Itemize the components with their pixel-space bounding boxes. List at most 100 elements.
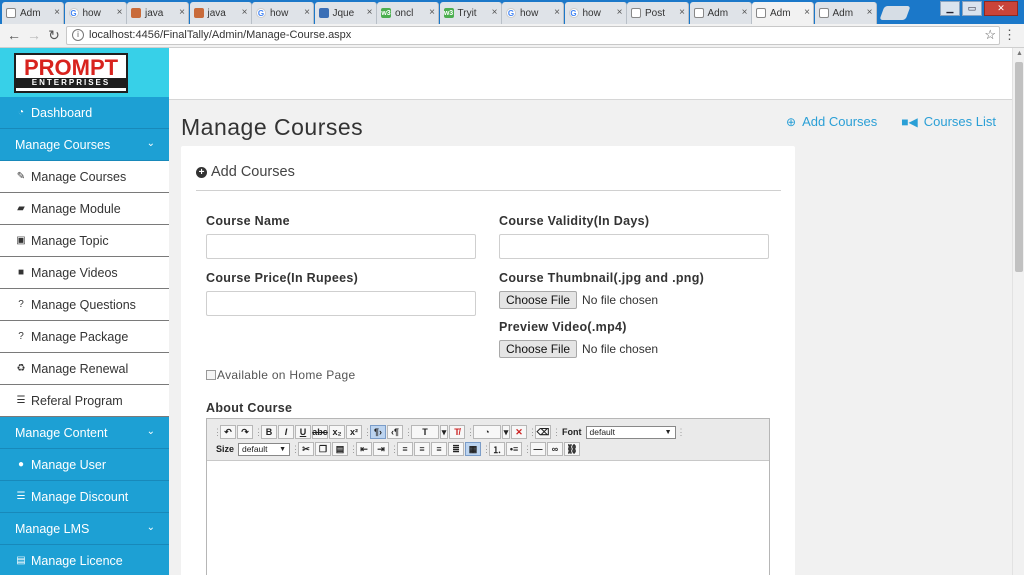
new-tab-button[interactable]	[879, 6, 911, 20]
sidebar-item-manage-content[interactable]: Manage Content ⌄	[0, 417, 169, 449]
superscript-icon[interactable]: x²	[346, 425, 362, 439]
insert-link-icon[interactable]: ∞	[547, 442, 564, 456]
remove-format-icon[interactable]: T̸	[449, 425, 465, 439]
forward-arrow-icon[interactable]: →	[26, 27, 42, 43]
horizontal-rule-icon[interactable]: ―	[530, 442, 547, 456]
back-arrow-icon[interactable]: ←	[6, 27, 22, 43]
close-tab-icon[interactable]: ×	[54, 7, 60, 18]
close-tab-icon[interactable]: ×	[242, 7, 248, 18]
browser-tab[interactable]: java ×	[127, 2, 189, 24]
browser-tab[interactable]: Ghow ×	[64, 2, 127, 24]
browser-tab[interactable]: Ghow ×	[252, 2, 314, 24]
close-tab-icon[interactable]: ×	[804, 7, 810, 18]
sidebar-item-manage-courses[interactable]: Manage Courses ⌄	[0, 129, 169, 161]
strikethrough-icon[interactable]: abc	[312, 425, 328, 439]
close-window-button[interactable]: ✕	[984, 1, 1018, 16]
sidebar-item-dashboard[interactable]: ◔ Dashboard	[0, 97, 169, 129]
thumbnail-choose-file-button[interactable]: Choose File	[499, 291, 578, 309]
sidebar-item-manage-licence[interactable]: ▤ Manage Licence	[0, 545, 169, 575]
reload-icon[interactable]: ↻	[46, 27, 62, 44]
outdent-icon[interactable]: ⇤	[356, 442, 373, 456]
course-validity-input[interactable]	[499, 234, 769, 259]
courses-list-link[interactable]: ■◀ Courses List	[901, 114, 996, 129]
sidebar-subitem-referal-program[interactable]: ☰ Referal Program	[0, 385, 169, 417]
sidebar-item-manage-discount[interactable]: ☰ Manage Discount	[0, 481, 169, 513]
bookmark-star-icon[interactable]: ☆	[984, 27, 996, 43]
course-name-input[interactable]	[206, 234, 476, 259]
italic-icon[interactable]: I	[278, 425, 294, 439]
sidebar-subitem-manage-package[interactable]: ? Manage Package	[0, 321, 169, 353]
sidebar-subitem-manage-videos[interactable]: ■ Manage Videos	[0, 257, 169, 289]
close-tab-icon[interactable]: ×	[429, 7, 435, 18]
close-tab-icon[interactable]: ×	[117, 7, 123, 18]
sidebar-item-manage-lms[interactable]: Manage LMS ⌄	[0, 513, 169, 545]
browser-tab[interactable]: Adm ×	[752, 2, 814, 24]
add-courses-link[interactable]: ⊕ Add Courses	[786, 114, 877, 129]
background-color-icon[interactable]: ◔	[473, 425, 501, 439]
browser-tab[interactable]: Adm ×	[814, 2, 877, 24]
align-left-icon[interactable]: ≡	[397, 442, 414, 456]
browser-tab[interactable]: Adm ×	[2, 2, 64, 24]
ordered-list-icon[interactable]: ⒈	[489, 442, 506, 456]
ltr-icon[interactable]: ¶›	[370, 425, 386, 439]
font-color-icon[interactable]: T	[411, 425, 439, 439]
close-tab-icon[interactable]: ×	[679, 7, 685, 18]
browser-tab[interactable]: Adm ×	[689, 2, 752, 24]
font-select[interactable]: default ▼	[585, 425, 676, 439]
minimize-button[interactable]: ▁	[940, 1, 960, 16]
sidebar-item-manage-user[interactable]: ● Manage User	[0, 449, 169, 481]
close-tab-icon[interactable]: ×	[492, 7, 498, 18]
preview-video-choose-file-button[interactable]: Choose File	[499, 340, 578, 358]
close-tab-icon[interactable]: ×	[617, 7, 623, 18]
logo[interactable]: PROMPT ENTERPRISES	[14, 52, 128, 93]
unordered-list-icon[interactable]: •≡	[506, 442, 523, 456]
browser-tab[interactable]: w3 oncl ×	[377, 2, 439, 24]
maximize-button[interactable]: ▭	[962, 1, 982, 16]
close-tab-icon[interactable]: ×	[742, 7, 748, 18]
close-tab-icon[interactable]: ×	[554, 7, 560, 18]
browser-tab[interactable]: java ×	[189, 2, 252, 24]
size-select[interactable]: default ▼	[238, 442, 291, 456]
browser-tab[interactable]: Jque ×	[314, 2, 377, 24]
indent-icon[interactable]: ⇥	[373, 442, 390, 456]
close-tab-icon[interactable]: ×	[367, 7, 373, 18]
remove-background-icon[interactable]: ✕	[511, 425, 527, 439]
copy-icon[interactable]: ❐	[315, 442, 332, 456]
sidebar-subitem-manage-renewal[interactable]: ♻ Manage Renewal	[0, 353, 169, 385]
eraser-icon[interactable]: ⌫	[535, 425, 551, 439]
course-price-input[interactable]	[206, 291, 476, 316]
paste-icon[interactable]: ▤	[332, 442, 349, 456]
url-input[interactable]: i localhost:4456/FinalTally/Admin/Manage…	[66, 26, 1000, 45]
scrollbar-thumb[interactable]	[1015, 62, 1023, 272]
browser-menu-icon[interactable]: ⋮	[1003, 27, 1016, 43]
rtl-icon[interactable]: ‹¶	[387, 425, 403, 439]
close-tab-icon[interactable]: ×	[867, 7, 873, 18]
browser-tab[interactable]: Post ×	[627, 2, 689, 24]
editor-content-area[interactable]	[207, 461, 769, 575]
align-center-icon[interactable]: ≡	[414, 442, 431, 456]
scroll-up-arrow-icon[interactable]: ▲	[1016, 50, 1023, 57]
sidebar-subitem-manage-topic[interactable]: ▣ Manage Topic	[0, 225, 169, 257]
sidebar-subitem-manage-courses[interactable]: ✎ Manage Courses	[0, 161, 169, 193]
subscript-icon[interactable]: x₂	[329, 425, 345, 439]
close-tab-icon[interactable]: ×	[179, 7, 185, 18]
align-none-icon[interactable]: ▦	[465, 442, 482, 456]
redo-icon[interactable]: ↷	[237, 425, 253, 439]
info-icon[interactable]: i	[72, 29, 84, 41]
page-scrollbar[interactable]: ▲	[1012, 48, 1024, 575]
font-color-dropdown-icon[interactable]: ▾	[440, 425, 448, 439]
remove-link-icon[interactable]: ⛓	[564, 442, 581, 456]
browser-tab[interactable]: Ghow ×	[564, 2, 627, 24]
browser-tab[interactable]: w3 Tryit ×	[439, 2, 502, 24]
browser-tab[interactable]: Ghow ×	[502, 2, 564, 24]
background-color-dropdown-icon[interactable]: ▾	[502, 425, 510, 439]
underline-icon[interactable]: U	[295, 425, 311, 439]
undo-icon[interactable]: ↶	[220, 425, 236, 439]
cut-icon[interactable]: ✂	[298, 442, 315, 456]
sidebar-subitem-manage-questions[interactable]: ? Manage Questions	[0, 289, 169, 321]
align-justify-icon[interactable]: ≣	[448, 442, 465, 456]
align-right-icon[interactable]: ≡	[431, 442, 448, 456]
close-tab-icon[interactable]: ×	[304, 7, 310, 18]
sidebar-subitem-manage-module[interactable]: ▰ Manage Module	[0, 193, 169, 225]
available-checkbox[interactable]	[206, 370, 216, 380]
